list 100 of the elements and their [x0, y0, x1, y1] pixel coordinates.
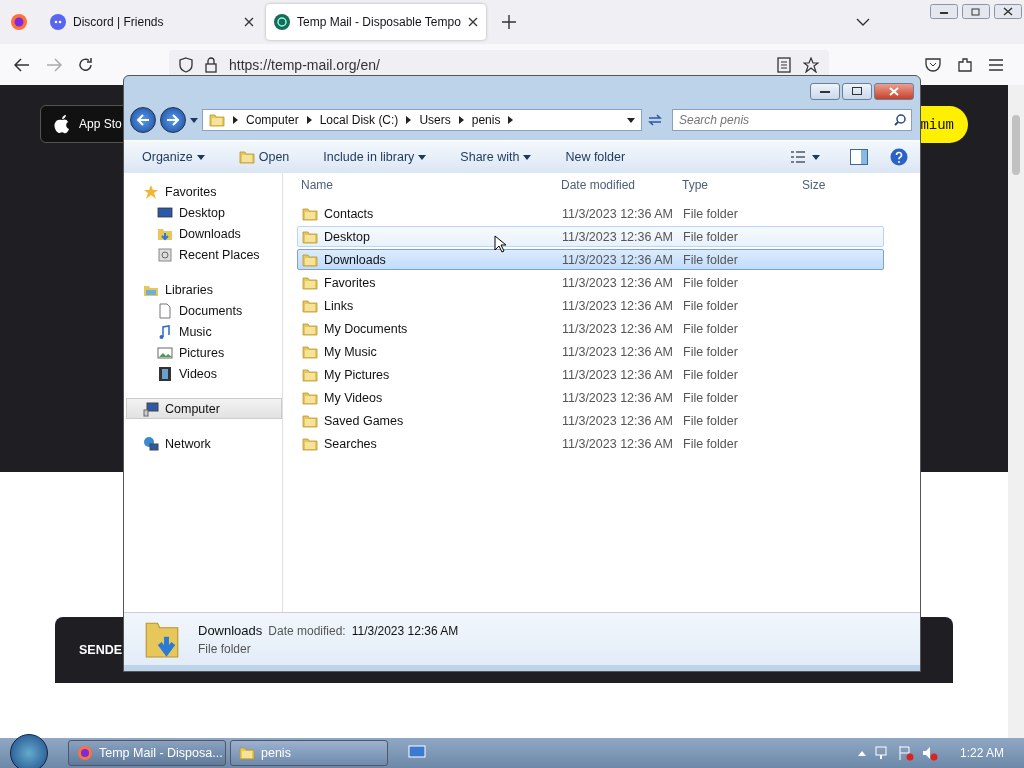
chevron-icon[interactable] — [458, 116, 464, 124]
pocket-icon[interactable] — [925, 57, 941, 72]
close-icon[interactable] — [994, 4, 1022, 19]
new-tab-icon[interactable] — [502, 15, 516, 29]
menu-icon[interactable] — [989, 58, 1003, 71]
flag-icon[interactable] — [897, 745, 914, 761]
toolbar-button[interactable]: Open — [232, 146, 296, 168]
nav-item[interactable]: Desktop — [126, 202, 282, 223]
nav-item[interactable]: Computer — [126, 398, 282, 419]
browser-tab[interactable]: Temp Mail - Disposable Tempo — [266, 4, 486, 40]
refresh-icon[interactable] — [646, 112, 664, 128]
search-icon[interactable] — [894, 114, 906, 126]
close-icon — [889, 86, 899, 96]
chevron-icon[interactable] — [856, 18, 870, 26]
chevron-icon[interactable] — [233, 116, 238, 124]
music-note-icon — [157, 323, 173, 340]
nav-item[interactable]: Videos — [126, 363, 282, 384]
nav-item[interactable]: Documents — [126, 300, 282, 321]
help-icon[interactable] — [890, 148, 908, 166]
puzzle-icon[interactable] — [957, 56, 973, 73]
date-cell-text: 11/3/2023 12:36 AM — [562, 321, 674, 336]
close-icon[interactable] — [244, 17, 254, 27]
close-icon[interactable] — [468, 17, 478, 27]
file-row[interactable]: My Videos 11/3/2023 12:36 AM File folder — [297, 387, 884, 408]
address-bar[interactable]: Computer Local Disk (C:) Users penis — [202, 109, 642, 131]
file-row[interactable]: My Documents 11/3/2023 12:36 AM File folder — [297, 318, 884, 339]
column-header[interactable]: Size — [802, 178, 882, 192]
type-cell-text: File folder — [683, 275, 739, 290]
folder-icon — [302, 435, 318, 452]
column-header[interactable]: Name — [301, 178, 561, 192]
nav-item[interactable]: Network — [126, 433, 282, 454]
star-icon[interactable] — [803, 56, 819, 73]
breadcrumb[interactable]: penis — [471, 113, 501, 127]
file-row[interactable]: Desktop 11/3/2023 12:36 AM File folder — [297, 226, 884, 247]
back-arrow-icon — [136, 114, 150, 126]
forward-arrow-icon — [166, 114, 180, 126]
file-name: Favorites — [324, 275, 376, 290]
column-header[interactable]: Date modified — [561, 178, 682, 192]
browser-tab[interactable]: Discord | Friends — [42, 4, 262, 40]
back-icon[interactable] — [14, 57, 30, 72]
file-row[interactable]: Downloads 11/3/2023 12:36 AM File folder — [297, 249, 884, 270]
nav-item[interactable]: Music — [126, 321, 282, 342]
preview-pane-icon[interactable] — [850, 149, 868, 165]
search-field[interactable]: Search penis — [672, 109, 912, 131]
desktop-icon[interactable] — [408, 745, 426, 761]
caret-icon[interactable] — [190, 117, 198, 123]
globe-icon — [143, 435, 159, 452]
toolbar-button[interactable]: Share with — [454, 147, 538, 167]
file-row[interactable]: Contacts 11/3/2023 12:36 AM File folder — [297, 203, 884, 224]
file-row[interactable]: Saved Games 11/3/2023 12:36 AM File folder — [297, 410, 884, 431]
nav-item[interactable]: Recent Places — [126, 244, 282, 265]
file-name: Desktop — [324, 229, 370, 244]
open-folder-icon — [238, 149, 255, 165]
folder-icon — [302, 389, 318, 406]
nav-item[interactable]: Pictures — [126, 342, 282, 363]
toolbar-button[interactable]: Organize — [136, 147, 211, 167]
column-header[interactable]: Type — [682, 178, 802, 192]
toolbar-button[interactable]: New folder — [559, 147, 632, 167]
breadcrumb[interactable]: Users — [419, 113, 451, 127]
caret-icon[interactable] — [627, 117, 635, 123]
document-icon — [157, 302, 173, 319]
file-row[interactable]: Favorites 11/3/2023 12:36 AM File folder — [297, 272, 884, 293]
mouse-cursor-icon — [494, 235, 506, 253]
nav-item[interactable]: Libraries — [126, 279, 282, 300]
date-cell-text: 11/3/2023 12:36 AM — [562, 367, 674, 382]
close-button[interactable] — [874, 82, 914, 100]
file-name: Downloads — [324, 252, 386, 267]
breadcrumb[interactable]: Computer — [246, 113, 299, 127]
nav-item[interactable]: Favorites — [126, 181, 282, 202]
start-button[interactable] — [10, 734, 48, 768]
date-cell-text: 11/3/2023 12:36 AM — [562, 206, 674, 221]
chevron-icon[interactable] — [508, 116, 514, 124]
type-cell-text: File folder — [683, 229, 739, 244]
file-name: Links — [324, 298, 354, 313]
file-row[interactable]: Searches 11/3/2023 12:36 AM File folder — [297, 433, 884, 454]
up-arrow-icon[interactable] — [857, 750, 866, 756]
file-row[interactable]: My Pictures 11/3/2023 12:36 AM File folder — [297, 364, 884, 385]
file-name: My Documents — [324, 321, 408, 336]
firefox-icon[interactable] — [10, 13, 28, 31]
minimize-icon[interactable] — [930, 4, 958, 19]
speaker-muted-icon[interactable] — [921, 745, 938, 761]
file-row[interactable]: Links 11/3/2023 12:36 AM File folder — [297, 295, 884, 316]
monitor-icon — [157, 204, 173, 221]
back-button[interactable] — [130, 107, 156, 133]
file-row[interactable]: My Music 11/3/2023 12:36 AM File folder — [297, 341, 884, 362]
scrollbar[interactable] — [1008, 85, 1024, 738]
reader-icon[interactable] — [777, 56, 791, 73]
maximize-button[interactable] — [842, 82, 872, 100]
forward-button[interactable] — [160, 107, 186, 133]
breadcrumb[interactable]: Local Disk (C:) — [319, 113, 399, 127]
reload-icon[interactable] — [78, 57, 93, 72]
chevron-icon[interactable] — [406, 116, 412, 124]
chevron-icon[interactable] — [306, 116, 312, 124]
network-icon[interactable] — [873, 745, 890, 761]
toolbar-button[interactable]: Include in library — [317, 147, 433, 167]
file-name: My Pictures — [324, 367, 390, 382]
minimize-button[interactable] — [810, 82, 840, 100]
view-options-icon[interactable] — [790, 150, 806, 164]
nav-item[interactable]: Downloads — [126, 223, 282, 244]
type-cell-text: File folder — [683, 252, 739, 267]
